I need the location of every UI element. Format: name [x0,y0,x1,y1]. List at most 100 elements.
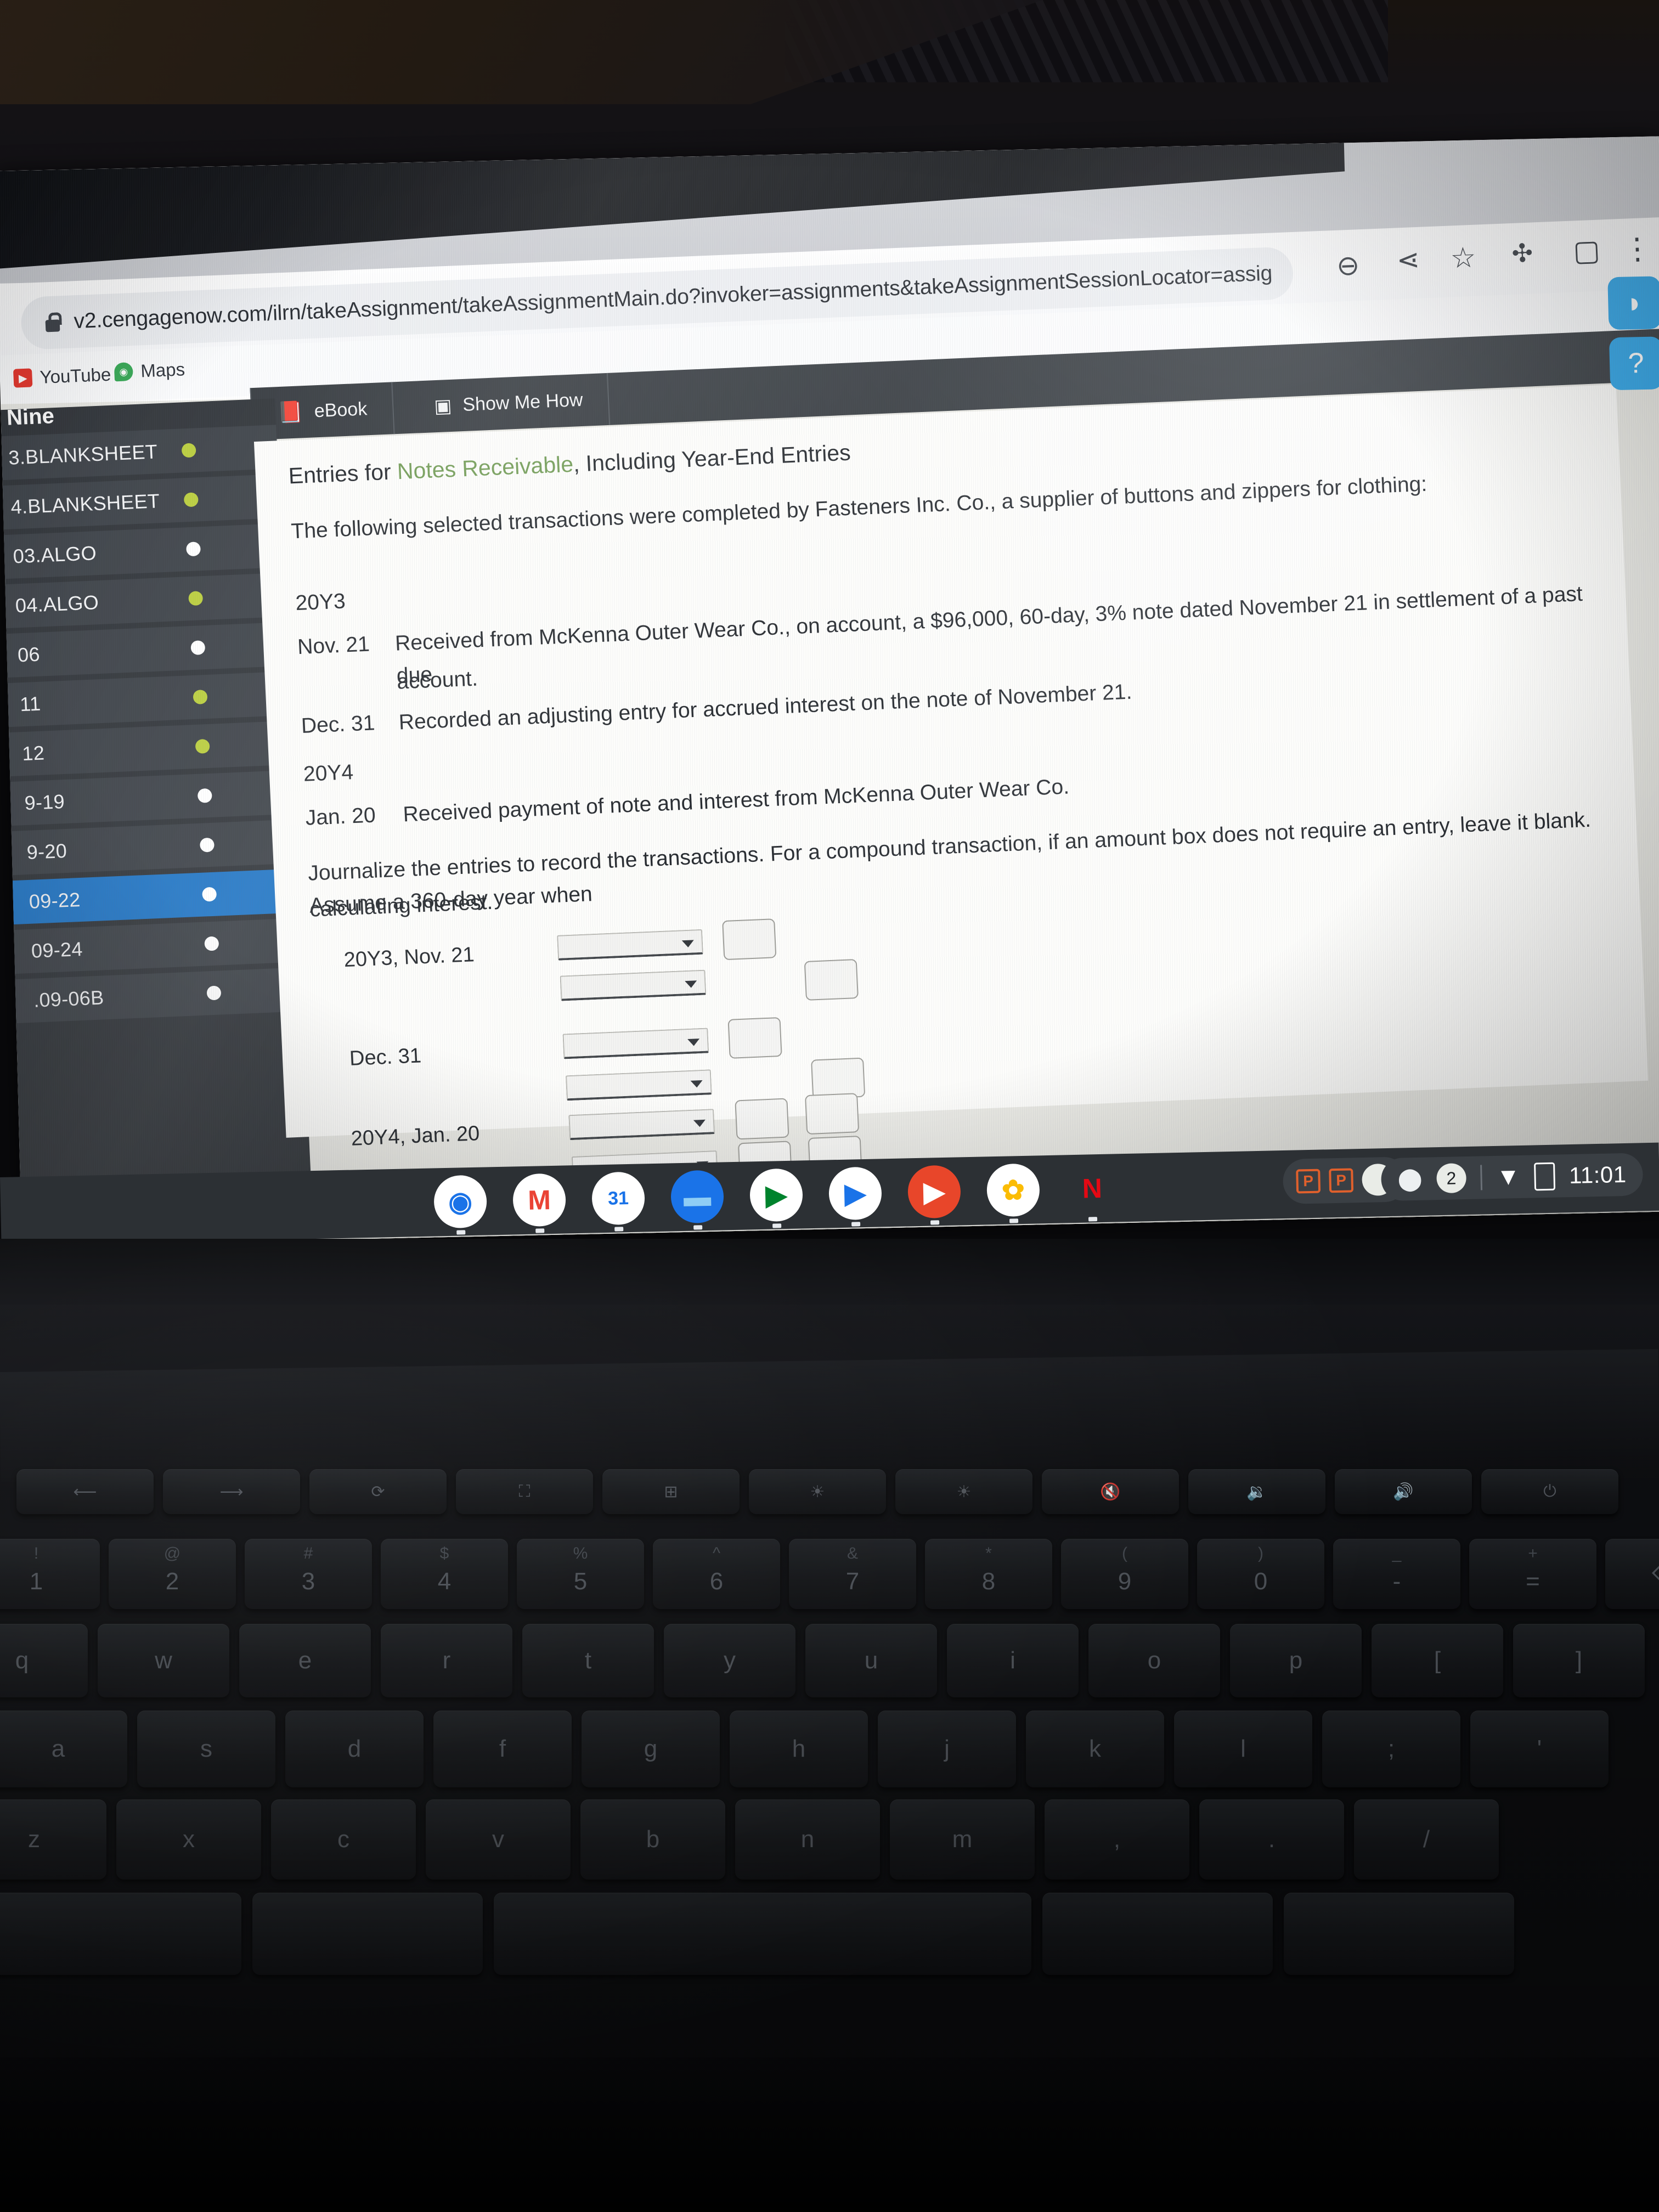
key-r[interactable]: r [381,1624,512,1697]
key-[interactable]: . [1199,1799,1344,1880]
key-k[interactable]: k [1026,1711,1164,1787]
key-o[interactable]: o [1088,1624,1220,1697]
account-select-2b[interactable] [565,1069,712,1101]
key-s[interactable]: s [137,1711,275,1787]
key-i[interactable]: i [947,1624,1079,1697]
netflix-icon[interactable]: N [1065,1161,1119,1222]
key-[interactable]: _ - [1333,1539,1460,1609]
account-select-2a[interactable] [562,1028,709,1059]
keyboard[interactable]: ⟵⟶⟳⛶⊞☀☀🔇🔉🔊⏻!1@2#3$4%5^6&7*8(9)0_-+=⌫qwer… [0,1454,1659,2140]
key-y[interactable]: y [664,1624,795,1697]
notes-receivable-link[interactable]: Notes Receivable [397,452,574,484]
credit-amount-1[interactable] [804,958,859,1001]
sidebar-item-09-22[interactable]: 09-22 [0,868,299,926]
headset-support-icon[interactable]: ◗ [1607,276,1659,330]
key-5[interactable]: % 5 [517,1539,644,1609]
key-9[interactable]: (9 [1061,1539,1188,1609]
sidebar-item-4-blanksheet[interactable]: 4.BLANKSHEET [0,474,281,531]
key-[interactable]: ' [1470,1711,1609,1787]
key-g[interactable]: g [582,1711,720,1787]
key-3[interactable]: #3 [245,1539,372,1609]
key-[interactable]: 🔊 [1335,1469,1472,1514]
key-c[interactable]: c [271,1799,416,1880]
sidebar-item-9-19[interactable]: 9-19 [0,770,295,827]
key-[interactable]: ⛶ [456,1469,593,1514]
key-q[interactable]: q [0,1624,88,1697]
key-[interactable] [252,1893,483,1975]
google-photos-icon[interactable]: ✿ [986,1163,1040,1223]
key-[interactable]: ⏻ [1481,1469,1618,1514]
account-select-1a[interactable] [557,929,703,961]
sidebar-item-09-06b[interactable]: .09-06B [0,967,303,1024]
share-icon[interactable]: ⋖ [1396,244,1420,276]
sidebar-item-11[interactable]: 11 [0,671,290,729]
key-[interactable]: / [1354,1799,1499,1880]
status-tray[interactable]: ⬤ 2 ▼ 11:01 [1380,1153,1644,1201]
key-[interactable]: + = [1469,1539,1596,1609]
key-w[interactable]: w [98,1624,229,1697]
wifi-icon[interactable]: ▼ [1496,1163,1521,1191]
key-[interactable]: ⌫ [1605,1539,1659,1609]
key-p[interactable]: p [1230,1624,1362,1697]
account-select-1b[interactable] [560,969,707,1001]
youtube-icon[interactable]: ▶ [907,1165,961,1225]
key-d[interactable]: d [285,1711,424,1787]
key-2[interactable]: @2 [109,1539,236,1609]
key-7[interactable]: & 7 [789,1539,916,1609]
google-meet-icon[interactable]: ▶ [749,1168,803,1228]
key-[interactable]: ⊞ [602,1469,740,1514]
key-j[interactable]: j [878,1711,1016,1787]
debit-amount-1[interactable] [722,918,777,961]
key-[interactable]: ☀ [749,1469,886,1514]
key-[interactable]: 🔇 [1042,1469,1179,1514]
credit-amount-3a[interactable] [805,1093,860,1135]
key-a[interactable]: a [0,1711,127,1787]
key-e[interactable]: e [239,1624,371,1697]
key-[interactable]: ] [1513,1624,1645,1697]
key-z[interactable]: z [0,1799,106,1880]
key-[interactable] [1284,1893,1514,1975]
key-b[interactable]: b [580,1799,725,1880]
key-0[interactable]: ) 0 [1197,1539,1324,1609]
sidebar-item-06[interactable]: 06 [0,622,287,679]
question-help-icon[interactable]: ? [1609,336,1659,391]
bookmark-maps[interactable]: ◉ Maps [114,359,185,382]
credit-amount-2[interactable] [811,1057,866,1099]
key-4[interactable]: $4 [381,1539,508,1609]
sidebar-item-04-algo[interactable]: 04.ALGO [0,572,285,630]
key-[interactable]: [ [1372,1624,1503,1697]
key-[interactable]: ☀ [895,1469,1032,1514]
chrome-icon[interactable]: ◉ [433,1175,488,1235]
key-[interactable]: , [1045,1799,1189,1880]
show-me-how-button[interactable]: ▣ Show Me How [408,373,611,434]
key-l[interactable]: l [1174,1711,1312,1787]
extensions-puzzle-icon[interactable]: ✣ [1511,238,1533,268]
side-panel-icon[interactable]: ▢ [1572,234,1601,268]
sidebar-item-09-24[interactable]: 09-24 [0,918,301,975]
key-[interactable] [494,1893,1031,1975]
key-t[interactable]: t [522,1624,654,1697]
key-f[interactable]: f [433,1711,572,1787]
google-calendar-icon[interactable]: 31 [591,1171,646,1232]
key-h[interactable]: h [730,1711,868,1787]
key-6[interactable]: ^ 6 [653,1539,780,1609]
key-[interactable] [1042,1893,1273,1975]
key-m[interactable]: m [890,1799,1035,1880]
key-8[interactable]: * 8 [925,1539,1052,1609]
sidebar-item-9-20[interactable]: 9-20 [0,819,297,876]
battery-icon[interactable] [1534,1162,1555,1190]
bookmark-youtube[interactable]: ▶ YouTube [13,364,111,389]
more-menu-icon[interactable]: ⋮ [1622,231,1653,267]
bookmark-star-icon[interactable]: ☆ [1450,241,1477,275]
key-v[interactable]: v [426,1799,571,1880]
files-icon[interactable]: ▬ [670,1170,725,1230]
key-1[interactable]: ! 1 [0,1539,100,1609]
account-select-3a[interactable] [568,1109,715,1141]
key-[interactable]: ; [1322,1711,1460,1787]
clock[interactable]: 11:01 [1569,1161,1627,1189]
sidebar-item-03-algo[interactable]: 03.ALGO [0,523,283,580]
notification-badge[interactable]: 2 [1436,1163,1466,1194]
key-[interactable] [0,1893,241,1975]
key-u[interactable]: u [805,1624,937,1697]
gmail-icon[interactable]: M [512,1173,567,1233]
